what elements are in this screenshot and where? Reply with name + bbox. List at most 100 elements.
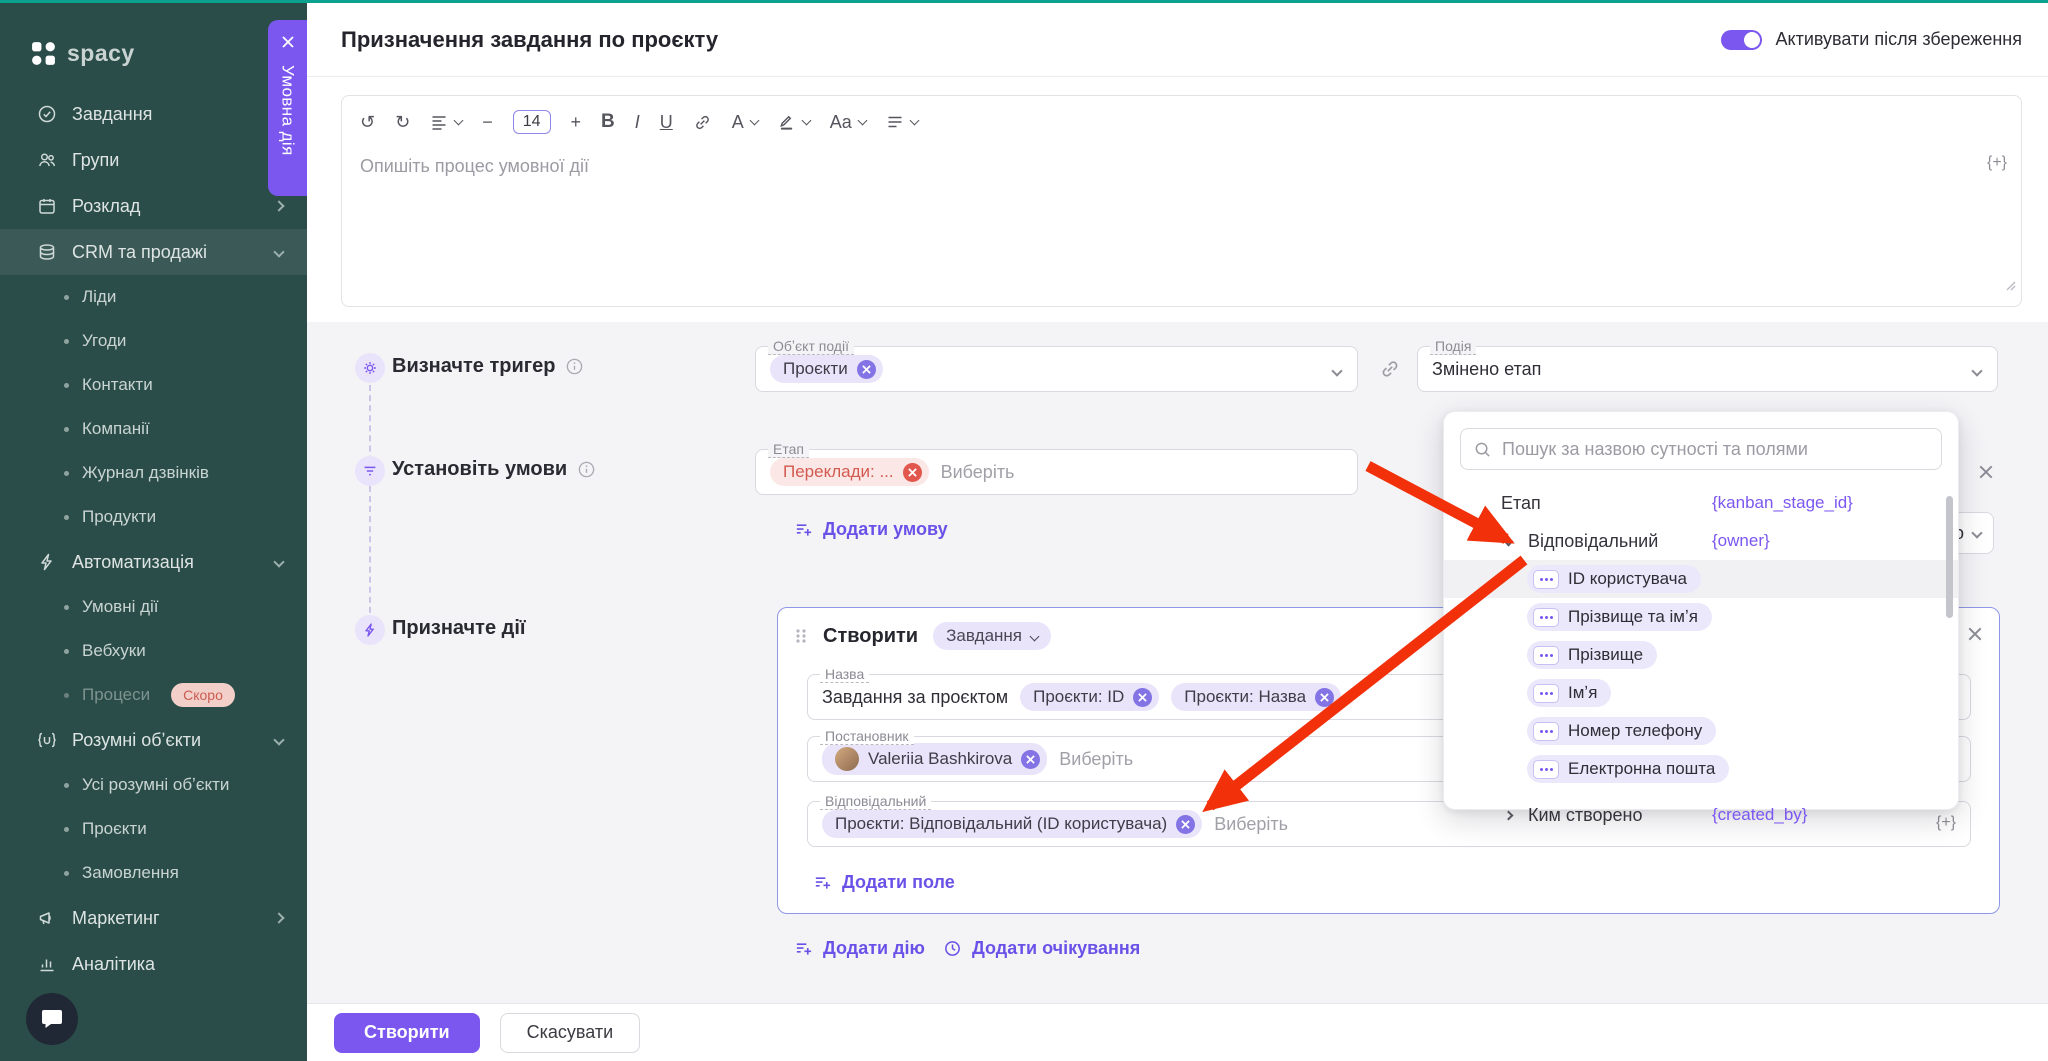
remove-chip-icon[interactable] (1021, 750, 1040, 769)
add-wait-button[interactable]: Додати очікування (943, 938, 1140, 959)
chevron-down-icon[interactable] (1333, 362, 1341, 380)
sidebar-item-contacts[interactable]: Контакти (0, 363, 307, 407)
chevron-right-icon (1501, 808, 1515, 822)
dropdown-item-phone[interactable]: Номер телефону (1444, 712, 1958, 750)
task-responsible-label: Відповідальний (820, 793, 931, 810)
add-filter-icon (794, 520, 813, 539)
conditions-step-icon (355, 456, 385, 486)
dropdown-item-created-by[interactable]: Ким створено {created_by} (1444, 796, 1958, 834)
font-size-value[interactable]: 14 (513, 110, 551, 134)
sidebar-item-orders[interactable]: Замовлення (0, 851, 307, 895)
author-chip[interactable]: Valeriia Bashkirova (822, 743, 1047, 775)
dropdown-item-last-name[interactable]: Прізвище (1444, 636, 1958, 674)
conditional-action-tab[interactable]: Умовна дія (268, 20, 307, 196)
resize-handle-icon[interactable] (2004, 279, 2016, 291)
dropdown-item-user-id[interactable]: ID користувача (1444, 560, 1958, 598)
dropdown-item-responsible[interactable]: Відповідальний {owner} (1444, 522, 1958, 560)
sidebar-item-smart-objects[interactable]: Розумні обʼєкти (0, 717, 307, 763)
bold-button[interactable]: B (601, 111, 615, 133)
dropdown-item-email[interactable]: Електронна пошта (1444, 750, 1958, 788)
link-button[interactable] (693, 113, 712, 132)
sidebar-item-tasks[interactable]: Завдання (0, 91, 307, 137)
stage-chip[interactable]: Переклади: ... (770, 458, 929, 486)
sidebar-item-deals[interactable]: Угоди (0, 319, 307, 363)
activate-toggle[interactable] (1721, 30, 1762, 50)
sidebar-item-groups[interactable]: Групи (0, 137, 307, 183)
paragraph-menu-button[interactable] (886, 113, 918, 131)
sidebar-item-products[interactable]: Продукти (0, 495, 307, 539)
cancel-button[interactable]: Скасувати (500, 1013, 641, 1053)
remove-chip-icon[interactable] (1315, 688, 1334, 707)
redo-button[interactable]: ↻ (395, 112, 410, 133)
remove-condition-icon[interactable] (1978, 464, 1994, 480)
dropdown-item-stage[interactable]: Етап {kanban_stage_id} (1444, 484, 1958, 522)
responsible-chip[interactable]: Проєкти: Відповідальний (ID користувача) (822, 810, 1202, 838)
remove-chip-icon[interactable] (903, 463, 922, 482)
dropdown-scrollbar[interactable] (1946, 496, 1953, 618)
bullet-icon (64, 427, 69, 432)
description-input[interactable]: Опишіть процес умовної дії {+} (342, 148, 2021, 296)
bullet-icon (64, 871, 69, 876)
italic-button[interactable]: I (635, 112, 640, 133)
add-filter-icon (813, 873, 832, 892)
dropdown-item-full-name[interactable]: Прізвище та імʼя (1444, 598, 1958, 636)
task-name-value: Завдання за проєктом (822, 687, 1008, 708)
remove-chip-icon[interactable] (1176, 815, 1195, 834)
highlight-button[interactable] (778, 113, 810, 131)
dropdown-item-first-name[interactable]: Імʼя (1444, 674, 1958, 712)
chevron-down-icon[interactable] (1973, 362, 1981, 380)
chat-bubble-icon (40, 1007, 64, 1031)
sidebar-item-all-smart-objects[interactable]: Усі розумні обʼєкти (0, 763, 307, 807)
bullet-icon (64, 515, 69, 520)
text-color-button[interactable]: A (732, 112, 758, 133)
variable-search-input[interactable]: Пошук за назвою сутності та полями (1460, 428, 1942, 470)
sidebar-item-marketing[interactable]: Маркетинг (0, 895, 307, 941)
remove-action-icon[interactable] (1967, 626, 1983, 642)
create-button[interactable]: Створити (334, 1013, 480, 1053)
sidebar-item-projects[interactable]: Проєкти (0, 807, 307, 851)
sidebar-item-automation[interactable]: Автоматизація (0, 539, 307, 585)
add-action-button[interactable]: Додати дію (794, 938, 925, 959)
project-name-chip[interactable]: Проєкти: Назва (1171, 683, 1341, 711)
sidebar-item-conditional-actions[interactable]: Умовні дії (0, 585, 307, 629)
align-menu-button[interactable] (430, 113, 462, 131)
chat-widget-button[interactable] (26, 993, 78, 1045)
close-icon[interactable] (281, 35, 295, 49)
action-create-label: Створити (823, 625, 918, 648)
remove-chip-icon[interactable] (1133, 688, 1152, 707)
bullet-icon (64, 783, 69, 788)
sidebar-item-call-log[interactable]: Журнал дзвінків (0, 451, 307, 495)
uspacy-logo[interactable]: spacy (0, 0, 307, 91)
entity-type-chip[interactable]: Завдання (933, 622, 1051, 650)
variable-dots-icon (1533, 760, 1559, 779)
add-field-button[interactable]: Додати поле (813, 872, 955, 893)
conditions-section-title: Установіть умови (392, 458, 596, 481)
event-object-field[interactable]: Обʼєкт події Проєкти (755, 346, 1358, 392)
sidebar-item-leads[interactable]: Ліди (0, 275, 307, 319)
remove-chip-icon[interactable] (857, 360, 876, 379)
sidebar-item-schedule[interactable]: Розклад (0, 183, 307, 229)
add-condition-button[interactable]: Додати умову (794, 519, 948, 540)
info-icon[interactable] (577, 460, 596, 479)
megaphone-icon (37, 908, 57, 928)
event-object-chip[interactable]: Проєкти (770, 355, 883, 383)
font-size-increase-button[interactable]: + (571, 112, 582, 133)
sidebar-item-crm[interactable]: CRM та продажі (0, 229, 307, 275)
insert-variable-button[interactable]: {+} (1987, 154, 2007, 172)
bullet-icon (64, 649, 69, 654)
text-case-button[interactable]: Aa (830, 112, 866, 133)
drag-handle-icon[interactable] (794, 626, 808, 646)
project-id-chip[interactable]: Проєкти: ID (1020, 683, 1159, 711)
chevron-down-icon (1030, 631, 1040, 641)
bullet-icon (64, 295, 69, 300)
underline-button[interactable]: U (660, 112, 673, 133)
sidebar-item-webhooks[interactable]: Вебхуки (0, 629, 307, 673)
event-label: Подія (1430, 338, 1476, 355)
event-field[interactable]: Подія Змінено етап (1417, 346, 1998, 392)
info-icon[interactable] (565, 357, 584, 376)
font-size-decrease-button[interactable]: − (482, 112, 493, 133)
sidebar-item-analytics[interactable]: Аналітика (0, 941, 307, 987)
undo-button[interactable]: ↺ (360, 112, 375, 133)
sidebar-item-companies[interactable]: Компанії (0, 407, 307, 451)
stage-condition-field[interactable]: Етап Переклади: ... Виберіть (755, 449, 1358, 495)
